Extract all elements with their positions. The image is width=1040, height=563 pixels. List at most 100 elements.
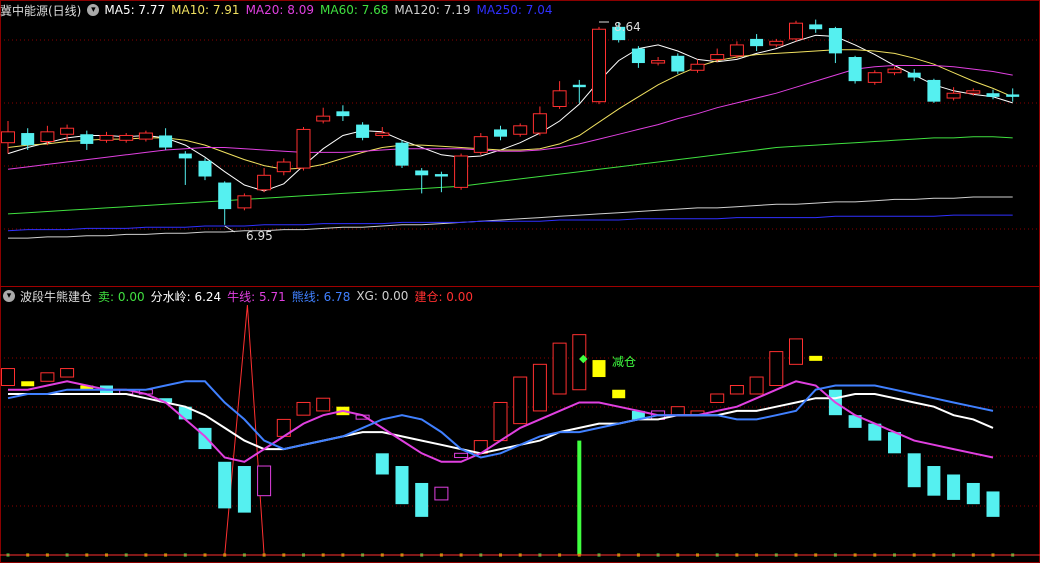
candle-down [809, 24, 823, 30]
candle-down [828, 28, 842, 54]
candle-up [966, 90, 981, 94]
bear-line-readout: 熊线: 6.78 [291, 289, 351, 304]
candle-up [789, 22, 803, 40]
ma60-readout: MA60: 7.68 [320, 3, 389, 17]
candle-down [1006, 94, 1020, 97]
candle-down [631, 48, 645, 64]
indicator-bar [60, 368, 75, 378]
candle-down [415, 170, 429, 176]
candle-up [138, 132, 153, 140]
chart-frame [0, 0, 1040, 563]
candle-up [690, 63, 705, 71]
ma-line-ma250 [7, 214, 1013, 232]
signal-label: 减仓 [612, 355, 637, 369]
indicator-bar [592, 360, 606, 378]
candle-up [473, 136, 488, 153]
candle-up [887, 68, 902, 74]
indicator-bar [966, 482, 980, 505]
candle-up [513, 125, 528, 135]
indicator-bar [218, 461, 232, 509]
indicator-bar [769, 351, 784, 387]
candle-up [99, 134, 114, 141]
candle-up [651, 60, 666, 64]
candle-down [356, 124, 370, 138]
indicator-bar [296, 401, 311, 416]
candle-down [986, 93, 1000, 97]
indicator-bar [552, 342, 567, 395]
candle-down [671, 55, 685, 72]
candle-up [552, 90, 567, 107]
indicator-bar [198, 427, 212, 450]
candle-up [592, 28, 606, 103]
indicator-bar [907, 453, 921, 488]
indicator-bar [670, 406, 685, 416]
candle-down [178, 153, 192, 159]
xg-readout: XG: 0.00 [356, 289, 409, 303]
stock-title: 冀中能源(日线) [0, 3, 82, 18]
candle-down [494, 129, 507, 137]
ma10-readout: MA10: 7.91 [171, 3, 240, 17]
candle-up [316, 115, 331, 122]
candle-up [375, 132, 390, 136]
indicator-bar [21, 381, 35, 387]
indicator-bar [927, 466, 941, 496]
chevron-down-icon[interactable]: ▾ [3, 290, 15, 302]
ma20-readout: MA20: 8.09 [245, 3, 314, 17]
indicator-title: 波段牛熊建仓 [20, 289, 93, 304]
indicator-bar [612, 389, 626, 399]
indicator-bar [316, 397, 331, 412]
chevron-down-icon[interactable]: ▾ [87, 4, 100, 16]
ma120-readout: MA120: 7.19 [394, 3, 471, 17]
stock-chart [0, 0, 1040, 563]
ma-line-ma60 [7, 136, 1013, 215]
candle-down [434, 174, 448, 177]
candle-up [276, 161, 291, 173]
indicator-bar [395, 466, 409, 505]
indicator-bar [415, 482, 429, 517]
indicator-bar [729, 385, 744, 395]
indicator-bar [257, 465, 272, 497]
bull-line-readout: 牛线: 5.71 [227, 289, 286, 304]
low-price-label: 6.95 [246, 229, 273, 243]
indicator-bar [493, 401, 508, 442]
indicator-bar [710, 393, 725, 403]
candle-up [296, 128, 311, 169]
high-price-label: 8.64 [614, 20, 641, 34]
candle-up [60, 127, 75, 135]
ma-line-ma20 [7, 65, 1013, 170]
candle-down [21, 133, 35, 146]
ma-line-ma5 [7, 34, 1013, 192]
candle-up [40, 131, 55, 143]
low-marker [224, 225, 235, 233]
watershed-readout: 分水岭: 6.24 [150, 289, 222, 304]
candle-up [710, 54, 725, 60]
indicator-bar [749, 376, 764, 395]
candle-up [769, 40, 784, 46]
candle-down [159, 135, 173, 148]
price-panel-header: 冀中能源(日线) ▾ MA5: 7.77 MA10: 7.91 MA20: 8.… [0, 2, 559, 18]
candle-down [80, 134, 94, 144]
candle-up [119, 134, 134, 141]
indicator-bar [513, 376, 528, 425]
ma250-readout: MA250: 7.04 [476, 3, 553, 17]
candle-up [729, 44, 744, 57]
signal-bar [577, 440, 582, 555]
indicator-bar [947, 474, 961, 500]
indicator-bar [809, 355, 823, 361]
candle-down [572, 84, 586, 88]
candle-down [750, 38, 764, 47]
spike-line [224, 304, 265, 556]
candle-down [848, 57, 862, 82]
candle-down [336, 111, 350, 117]
candle-down [198, 160, 212, 177]
sell-readout: 卖: 0.00 [98, 289, 145, 304]
candle-up [946, 92, 961, 99]
indicator-panel-header: ▾ 波段牛熊建仓 卖: 0.00 分水岭: 6.24 牛线: 5.71 熊线: … [0, 288, 479, 304]
candle-down [395, 142, 409, 166]
ma5-readout: MA5: 7.77 [104, 3, 166, 17]
indicator-bar [237, 466, 251, 513]
candle-up [257, 174, 272, 191]
indicator-bar [454, 452, 469, 459]
candle-up [532, 113, 547, 134]
indicator-bar [532, 363, 547, 412]
